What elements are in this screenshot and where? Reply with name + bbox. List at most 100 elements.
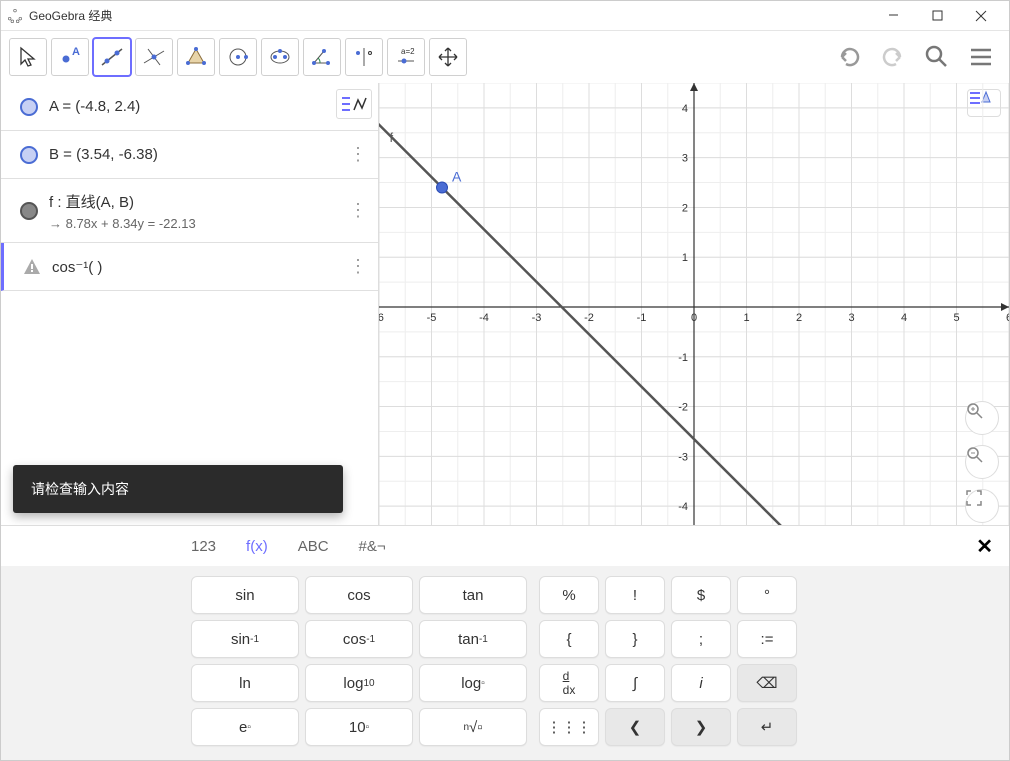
menu-button[interactable]	[961, 37, 1001, 77]
title-bar: GeoGebra 经典	[1, 1, 1009, 31]
close-button[interactable]	[959, 2, 1003, 30]
kb-tab-sym[interactable]: #&¬	[359, 538, 386, 555]
slider-tool[interactable]: a=2	[387, 38, 425, 76]
svg-text:-4: -4	[479, 312, 489, 324]
key-cos[interactable]: cos	[305, 576, 413, 614]
svg-text:-1: -1	[637, 312, 647, 324]
key-right[interactable]: ❯	[671, 708, 731, 746]
key-i[interactable]: i	[671, 664, 731, 702]
zoom-out-button[interactable]	[965, 445, 999, 479]
point-tool[interactable]: A	[51, 38, 89, 76]
key-ln[interactable]: ln	[191, 664, 299, 702]
angle-tool[interactable]	[303, 38, 341, 76]
key-tenpow[interactable]: 10▫	[305, 708, 413, 746]
key-backspace[interactable]: ⌫	[737, 664, 797, 702]
key-acos[interactable]: cos-1	[305, 620, 413, 658]
key-lbrace[interactable]: {	[539, 620, 599, 658]
input-menu[interactable]: ⋮	[346, 256, 370, 277]
svg-text:-3: -3	[678, 451, 688, 463]
svg-text:6: 6	[1006, 312, 1009, 324]
key-sin[interactable]: sin	[191, 576, 299, 614]
line-tool[interactable]	[93, 38, 131, 76]
svg-text:A: A	[452, 169, 462, 185]
svg-text:-6: -6	[379, 312, 384, 324]
key-dollar[interactable]: $	[671, 576, 731, 614]
svg-text:4: 4	[901, 312, 907, 324]
kb-tab-123[interactable]: 123	[191, 538, 216, 555]
window-title: GeoGebra 经典	[29, 7, 871, 24]
key-deg[interactable]: °	[737, 576, 797, 614]
svg-text:4: 4	[682, 103, 688, 115]
fullscreen-button[interactable]	[965, 489, 999, 523]
circle-tool[interactable]	[219, 38, 257, 76]
key-atan[interactable]: tan-1	[419, 620, 527, 658]
svg-text:-4: -4	[678, 501, 688, 513]
virtual-keyboard: 123 f(x) ABC #&¬ ✕ sin cos tan sin-1 cos…	[1, 525, 1009, 760]
main-area: A = (-4.8, 2.4) B = (3.54, -6.38) ⋮ f : …	[1, 83, 1009, 525]
perpendicular-tool[interactable]	[135, 38, 173, 76]
key-nroot[interactable]: n√▫	[419, 708, 527, 746]
svg-text:A: A	[72, 46, 80, 58]
item-menu-f[interactable]: ⋮	[346, 200, 370, 221]
polygon-tool[interactable]	[177, 38, 215, 76]
reflect-tool[interactable]	[345, 38, 383, 76]
search-button[interactable]	[917, 37, 957, 77]
svg-text:-2: -2	[678, 402, 688, 414]
algebra-view: A = (-4.8, 2.4) B = (3.54, -6.38) ⋮ f : …	[1, 83, 379, 525]
toast-text: 请检查输入内容	[31, 481, 129, 497]
move-tool[interactable]	[9, 38, 47, 76]
key-rbrace[interactable]: }	[605, 620, 665, 658]
key-int[interactable]: ∫	[605, 664, 665, 702]
kb-tab-fx[interactable]: f(x)	[246, 538, 268, 555]
algebra-item-a[interactable]: A = (-4.8, 2.4)	[1, 83, 378, 131]
key-log10[interactable]: log10	[305, 664, 413, 702]
minimize-button[interactable]	[871, 2, 915, 30]
key-asin[interactable]: sin-1	[191, 620, 299, 658]
maximize-button[interactable]	[915, 2, 959, 30]
algebra-input-text[interactable]: cos⁻¹( )	[52, 258, 346, 276]
ellipse-tool[interactable]	[261, 38, 299, 76]
kb-tab-abc[interactable]: ABC	[298, 538, 329, 555]
svg-text:3: 3	[682, 153, 688, 165]
svg-text:-1: -1	[678, 352, 688, 364]
keyboard-close-button[interactable]: ✕	[976, 534, 993, 559]
item-menu-b[interactable]: ⋮	[346, 144, 370, 165]
algebra-input-row[interactable]: cos⁻¹( ) ⋮	[1, 243, 378, 291]
algebra-item-b[interactable]: B = (3.54, -6.38) ⋮	[1, 131, 378, 179]
svg-text:3: 3	[848, 312, 854, 324]
keyboard-tabs: 123 f(x) ABC #&¬ ✕	[1, 526, 1009, 566]
plot-canvas[interactable]: -6-5-4-3-2-101234561234-1-2-3-4fA	[379, 83, 1009, 525]
svg-text:f: f	[390, 130, 394, 145]
app-logo-icon	[7, 8, 23, 24]
algebra-label-b: B = (3.54, -6.38)	[49, 146, 346, 163]
graphics-view[interactable]: -6-5-4-3-2-101234561234-1-2-3-4fA	[379, 83, 1009, 525]
algebra-style-toggle[interactable]	[336, 89, 372, 119]
svg-text:2: 2	[796, 312, 802, 324]
svg-text:-3: -3	[532, 312, 542, 324]
zoom-in-button[interactable]	[965, 401, 999, 435]
undo-button[interactable]	[829, 37, 869, 77]
algebra-label-a: A = (-4.8, 2.4)	[49, 98, 370, 115]
svg-text:0: 0	[691, 312, 697, 324]
svg-text:1: 1	[743, 312, 749, 324]
move-graphics-tool[interactable]	[429, 38, 467, 76]
warning-icon	[22, 257, 42, 277]
redo-button[interactable]	[873, 37, 913, 77]
key-logb[interactable]: log▫	[419, 664, 527, 702]
error-toast: 请检查输入内容	[13, 465, 343, 513]
algebra-item-f[interactable]: f : 直线(A, B) → 8.78x + 8.34y = -22.13 ⋮	[1, 179, 378, 243]
algebra-sub-f: → 8.78x + 8.34y = -22.13	[49, 216, 346, 231]
key-more[interactable]: ⋮⋮⋮	[539, 708, 599, 746]
key-semi[interactable]: ;	[671, 620, 731, 658]
svg-text:1: 1	[682, 252, 688, 264]
algebra-label-f: f : 直线(A, B)	[49, 191, 346, 212]
key-assign[interactable]: :=	[737, 620, 797, 658]
key-excl[interactable]: !	[605, 576, 665, 614]
key-epow[interactable]: e▫	[191, 708, 299, 746]
key-enter[interactable]: ↵	[737, 708, 797, 746]
key-ddx[interactable]: ddx	[539, 664, 599, 702]
svg-text:-2: -2	[584, 312, 594, 324]
key-left[interactable]: ❮	[605, 708, 665, 746]
key-tan[interactable]: tan	[419, 576, 527, 614]
key-pct[interactable]: %	[539, 576, 599, 614]
